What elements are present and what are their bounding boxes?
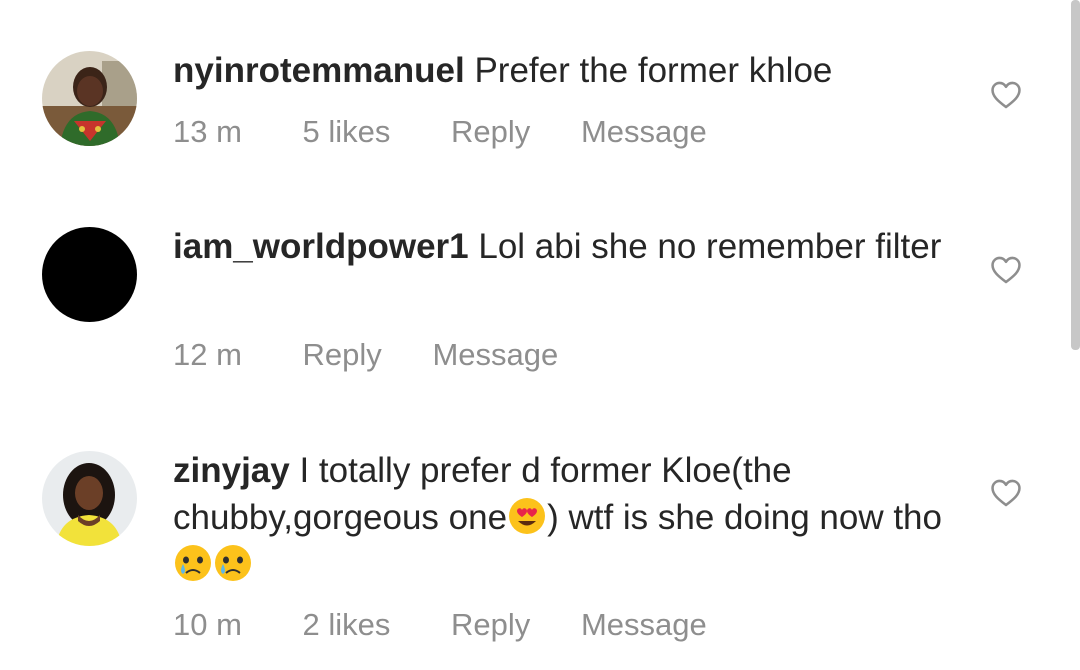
comment-username[interactable]: iam_worldpower1 xyxy=(173,227,469,266)
comments-page: nyinrotemmanuel Prefer the former khloe … xyxy=(0,0,1080,670)
crying-emoji-icon xyxy=(175,545,211,581)
comment-meta: 12 m Reply Message xyxy=(173,337,610,373)
comment-text: nyinrotemmanuel Prefer the former khloe xyxy=(173,47,953,94)
comment-body: Prefer the former khloe xyxy=(464,51,833,90)
message-button[interactable]: Message xyxy=(581,114,707,150)
avatar[interactable] xyxy=(42,51,137,146)
comment-username[interactable]: nyinrotemmanuel xyxy=(173,51,465,90)
scrollbar[interactable] xyxy=(1071,0,1080,350)
comment-time: 10 m xyxy=(173,607,242,642)
reply-button[interactable]: Reply xyxy=(303,337,382,373)
reply-button[interactable]: Reply xyxy=(451,607,530,643)
comment-body: Lol abi she no remember filter xyxy=(468,227,942,266)
crying-emoji-icon xyxy=(215,545,251,581)
reply-button[interactable]: Reply xyxy=(451,114,530,150)
likes-count-button[interactable]: 5 likes xyxy=(303,114,391,150)
profile-photo xyxy=(42,227,137,322)
profile-photo xyxy=(42,451,137,546)
comment-text: zinyjay I totally prefer d former Kloe(t… xyxy=(173,447,953,588)
likes-count-button[interactable]: 2 likes xyxy=(303,607,391,643)
heart-outline-icon[interactable] xyxy=(989,476,1023,510)
message-button[interactable]: Message xyxy=(581,607,707,643)
profile-photo xyxy=(42,51,137,146)
comment-time: 12 m xyxy=(173,337,242,372)
message-button[interactable]: Message xyxy=(432,337,558,373)
comment-meta: 13 m 5 likes Reply Message xyxy=(173,114,759,150)
comment-time: 13 m xyxy=(173,114,242,149)
heart-eyes-emoji-icon xyxy=(509,498,546,534)
comment-text: iam_worldpower1 Lol abi she no remember … xyxy=(173,223,953,270)
comment-username[interactable]: zinyjay xyxy=(173,451,290,490)
heart-outline-icon[interactable] xyxy=(989,253,1023,287)
comment-body-continued: ) wtf is she doing now tho xyxy=(547,498,942,537)
avatar[interactable] xyxy=(42,451,137,546)
comment-meta: 10 m 2 likes Reply Message xyxy=(173,607,759,643)
avatar[interactable] xyxy=(42,227,137,322)
heart-outline-icon[interactable] xyxy=(989,78,1023,112)
